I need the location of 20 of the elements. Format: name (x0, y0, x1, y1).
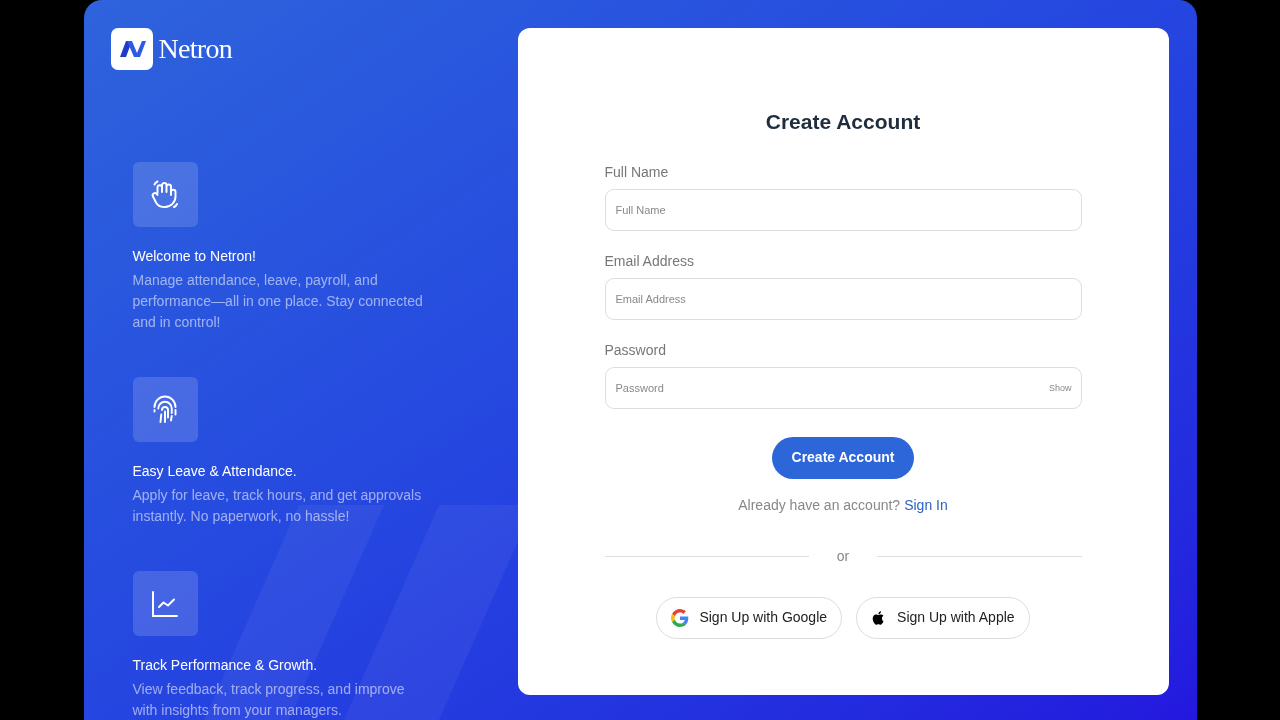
create-account-button[interactable]: Create Account (771, 436, 915, 479)
feature-description: Apply for leave, track hours, and get approvals instantly. No paperwork, no hassle! (132, 486, 423, 526)
feature-title: Track Performance & Growth. (132, 656, 319, 675)
form-title: Create Account (765, 109, 921, 135)
feature-title: Welcome to Netron! (132, 247, 257, 266)
divider-text: or (835, 546, 851, 566)
show-password-toggle[interactable]: Show (1049, 381, 1072, 395)
sign-in-link[interactable]: Sign In (904, 494, 948, 516)
field-label: Password (604, 340, 667, 360)
input-field[interactable]: Full Name (604, 188, 1082, 231)
feature-description: View feedback, track progress, and improve with insights from your managers. (132, 680, 406, 720)
field-label: Email Address (604, 251, 695, 271)
input-field[interactable]: Email Address (604, 277, 1082, 320)
brand-name: Netron (158, 32, 233, 66)
google-logo-icon (671, 608, 690, 627)
signin-prompt: Already have an account? (738, 495, 901, 515)
logo-icon (110, 28, 153, 70)
field-label: Full Name (604, 162, 670, 182)
feature-title: Easy Leave & Attendance. (132, 462, 298, 481)
feature-description: Manage attendance, leave, payroll, and performance—all in one place. Stay connected and in control! (132, 271, 424, 332)
